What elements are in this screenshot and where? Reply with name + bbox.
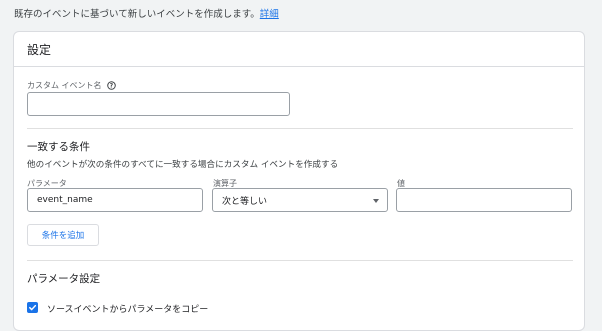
divider <box>27 260 573 261</box>
card-title: 設定 <box>27 42 52 57</box>
details-link[interactable]: 詳細 <box>260 9 279 20</box>
value-input[interactable] <box>396 188 572 212</box>
add-condition-button[interactable]: 条件を追加 <box>27 224 99 246</box>
custom-event-name-input[interactable] <box>27 92 290 116</box>
parameter-input[interactable] <box>27 188 203 212</box>
operator-select[interactable]: 次と等しい <box>212 188 388 212</box>
custom-event-name-label: カスタム イベント名 ? <box>27 80 116 91</box>
copy-parameters-label[interactable]: ソースイベントからパラメータをコピー <box>47 302 208 315</box>
parameter-settings-title: パラメータ設定 <box>27 273 101 285</box>
add-condition-button-label: 条件を追加 <box>41 231 85 241</box>
settings-card: 設定 カスタム イベント名 ? 一致する条件 他のイベントが次の条件のすべてに一… <box>13 31 585 331</box>
card-header: 設定 <box>14 32 584 67</box>
copy-parameters-checkbox[interactable] <box>27 302 38 313</box>
help-circle-icon[interactable]: ? <box>107 81 116 90</box>
custom-event-name-label-text: カスタム イベント名 <box>27 81 102 90</box>
divider <box>27 128 573 129</box>
intro-text: 既存のイベントに基づいて新しいイベントを作成します。詳細 <box>14 6 279 20</box>
conditions-title: 一致する条件 <box>27 141 90 153</box>
chevron-down-icon <box>373 199 379 203</box>
operator-select-value: 次と等しい <box>222 196 268 207</box>
intro-description: 既存のイベントに基づいて新しいイベントを作成します。 <box>14 9 260 20</box>
checkmark-icon <box>29 304 37 311</box>
conditions-description: 他のイベントが次の条件のすべてに一致する場合にカスタム イベントを作成する <box>27 160 339 170</box>
